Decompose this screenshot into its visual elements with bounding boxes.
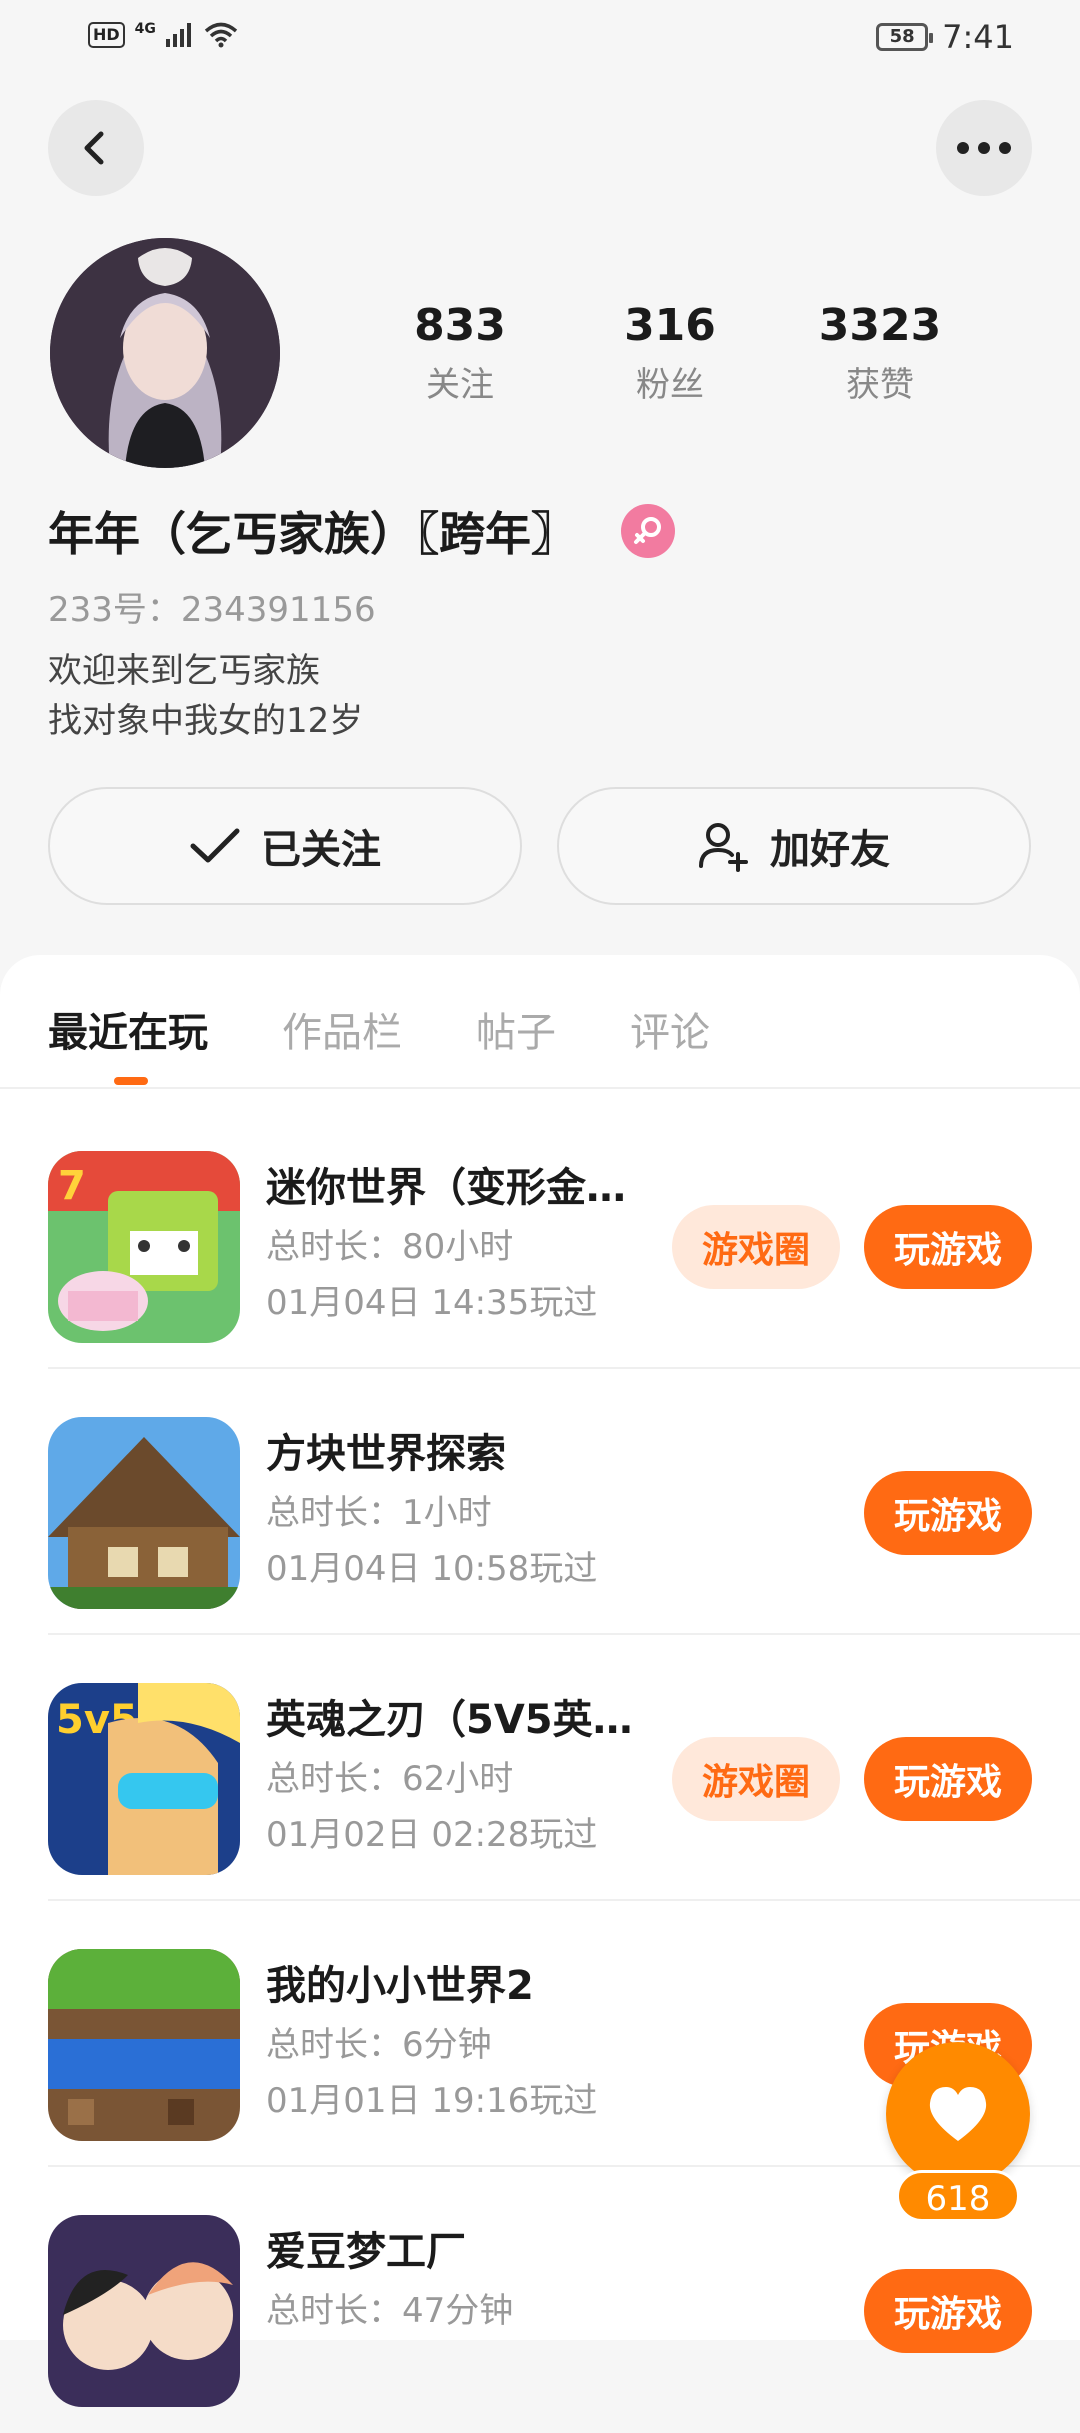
stat-value: 833 bbox=[414, 300, 506, 351]
wifi-icon bbox=[204, 22, 238, 48]
game-last-played: 01月01日 19:16玩过 bbox=[266, 2081, 598, 2121]
tab-works[interactable]: 作品栏 bbox=[282, 1000, 402, 1058]
game-icon-block-world bbox=[48, 1417, 240, 1609]
stat-value: 316 bbox=[624, 300, 716, 351]
stat-label: 关注 bbox=[426, 365, 494, 405]
game-circle-button[interactable]: 游戏圈 bbox=[672, 1737, 840, 1821]
check-icon bbox=[190, 828, 240, 863]
stat-label: 粉丝 bbox=[636, 365, 704, 405]
svg-text:7: 7 bbox=[58, 1163, 86, 1209]
status-bar: HD 4G 58 7:41 bbox=[0, 0, 1080, 80]
tab-bar: 最近在玩 作品栏 帖子 评论 bbox=[48, 1000, 710, 1058]
add-user-icon bbox=[699, 823, 748, 872]
game-icon-my-little-world bbox=[48, 1949, 240, 2141]
stat-following[interactable]: 833 关注 bbox=[360, 300, 560, 406]
game-circle-button[interactable]: 游戏圈 bbox=[672, 1205, 840, 1289]
game-title: 英魂之刃（5V5英… bbox=[266, 1697, 633, 1743]
game-last-played: 01月04日 14:35玩过 bbox=[266, 1283, 598, 1323]
game-title: 爱豆梦工厂 bbox=[266, 2229, 466, 2275]
game-last-played: 01月04日 10:58玩过 bbox=[266, 1549, 598, 1589]
stat-likes[interactable]: 3323 获赞 bbox=[780, 300, 980, 406]
tab-posts[interactable]: 帖子 bbox=[476, 1000, 556, 1058]
game-duration: 总时长：6分钟 bbox=[266, 2025, 492, 2065]
game-duration: 总时长：47分钟 bbox=[266, 2291, 514, 2331]
profile-stats: 833 关注 316 粉丝 3323 获赞 bbox=[360, 300, 980, 406]
female-icon bbox=[621, 504, 675, 558]
more-dots-icon bbox=[957, 142, 1011, 154]
game-duration: 总时长：62小时 bbox=[266, 1759, 514, 1799]
battery-indicator: 58 bbox=[876, 23, 934, 51]
game-duration: 总时长：1小时 bbox=[266, 1493, 492, 1533]
game-title: 我的小小世界2 bbox=[266, 1963, 534, 2009]
game-icon-soul-blade: 5v5 bbox=[48, 1683, 240, 1875]
more-button[interactable] bbox=[936, 100, 1032, 196]
play-game-button[interactable]: 玩游戏 bbox=[864, 1205, 1032, 1289]
play-game-button[interactable]: 玩游戏 bbox=[864, 2269, 1032, 2353]
add-friend-button[interactable]: 加好友 bbox=[557, 787, 1031, 905]
clock: 7:41 bbox=[942, 18, 1014, 56]
bio-line: 找对象中我女的12岁 bbox=[48, 701, 364, 741]
user-id: 233号：234391156 bbox=[48, 590, 376, 630]
game-title: 方块世界探索 bbox=[266, 1431, 506, 1477]
username: 年年（乞丐家族）〖跨年〗 bbox=[48, 507, 577, 561]
like-count: 618 bbox=[896, 2170, 1020, 2222]
list-item[interactable]: 方块世界探索 总时长：1小时 01月04日 10:58玩过 玩游戏 bbox=[0, 1369, 1080, 1635]
network-indicator: 4G bbox=[134, 21, 156, 37]
bio-line: 欢迎来到乞丐家族 bbox=[48, 651, 320, 691]
stat-value: 3323 bbox=[818, 300, 942, 351]
game-duration: 总时长：80小时 bbox=[266, 1227, 514, 1267]
heart-icon bbox=[929, 2087, 987, 2141]
list-item[interactable]: 5v5 英魂之刃（5V5英… 总时长：62小时 01月02日 02:28玩过 游… bbox=[0, 1635, 1080, 1901]
followed-label: 已关注 bbox=[261, 827, 381, 873]
list-item[interactable]: 7 迷你世界（变形金… 总时长：80小时 01月04日 14:35玩过 游戏圈 … bbox=[0, 1103, 1080, 1369]
play-game-button[interactable]: 玩游戏 bbox=[864, 1737, 1032, 1821]
divider bbox=[0, 1087, 1080, 1089]
game-icon-mini-world: 7 bbox=[48, 1151, 240, 1343]
stat-followers[interactable]: 316 粉丝 bbox=[570, 300, 770, 406]
game-icon-idol-factory bbox=[48, 2215, 240, 2407]
chevron-left-icon bbox=[84, 131, 104, 165]
like-button[interactable] bbox=[886, 2042, 1030, 2186]
tab-comments[interactable]: 评论 bbox=[630, 1000, 710, 1058]
game-title: 迷你世界（变形金… bbox=[266, 1165, 626, 1211]
username-row: 年年（乞丐家族）〖跨年〗 bbox=[48, 498, 675, 564]
tab-recently-played[interactable]: 最近在玩 bbox=[48, 1000, 208, 1058]
stat-label: 获赞 bbox=[846, 365, 914, 405]
add-friend-label: 加好友 bbox=[770, 827, 890, 873]
bio: 欢迎来到乞丐家族 找对象中我女的12岁 bbox=[48, 646, 363, 746]
avatar[interactable] bbox=[50, 238, 280, 468]
signal-icon bbox=[165, 23, 191, 47]
game-last-played: 01月02日 02:28玩过 bbox=[266, 1815, 598, 1855]
back-button[interactable] bbox=[48, 100, 144, 196]
followed-button[interactable]: 已关注 bbox=[48, 787, 522, 905]
play-game-button[interactable]: 玩游戏 bbox=[864, 1471, 1032, 1555]
hd-indicator: HD bbox=[88, 22, 125, 48]
active-tab-indicator bbox=[114, 1077, 148, 1085]
